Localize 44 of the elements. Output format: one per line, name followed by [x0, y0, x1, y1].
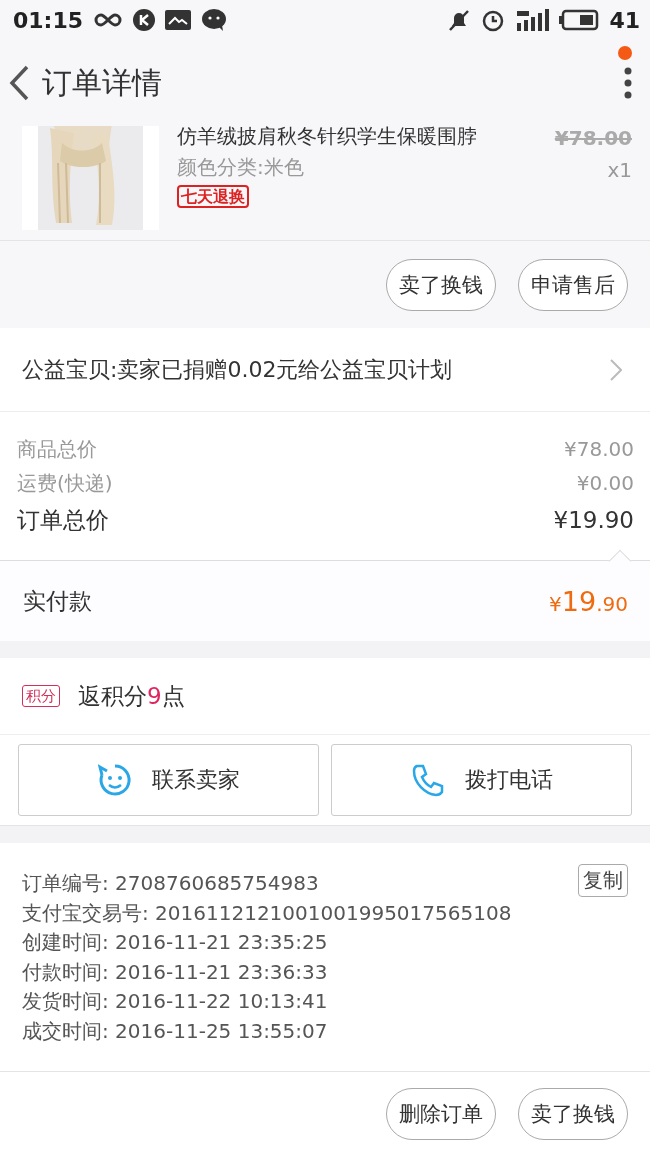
infinity-icon	[93, 12, 124, 28]
smiley-chat-icon	[97, 763, 132, 797]
order-info-line: 成交时间: 2016-11-25 13:55:07	[22, 1017, 328, 1045]
signal-icon	[515, 9, 550, 31]
order-info-line: 创建时间: 2016-11-21 23:35:25	[22, 929, 328, 956]
action-button[interactable]: 删除订单	[386, 1087, 496, 1140]
price-label: 商品总价	[17, 436, 97, 463]
contact-button[interactable]: 联系卖家	[18, 744, 319, 816]
original-price: ¥78.00	[554, 126, 632, 150]
price-value: ¥0.00	[576, 470, 634, 497]
order-info-line: 支付宝交易号: 2016112121001001995017565108	[22, 899, 512, 927]
k-circle-icon	[133, 9, 156, 31]
product-variant: 颜色分类:米色	[177, 154, 305, 181]
chat-bubble-icon	[201, 8, 228, 32]
action-button[interactable]: 卖了换钱	[518, 1087, 628, 1140]
price-value: ¥19.90	[553, 506, 634, 535]
order-info-line: 发货时间: 2016-11-22 10:13:41	[22, 988, 328, 1015]
battery-icon	[559, 9, 600, 31]
price-value: ¥78.00	[564, 436, 634, 463]
action-button[interactable]: 申请售后	[518, 258, 628, 311]
phone-icon	[410, 763, 445, 797]
order-info-line: 订单编号: 2708760685754983	[22, 870, 319, 897]
clock-time: 01:15	[13, 7, 84, 33]
more-icon[interactable]	[624, 67, 632, 99]
page-title: 订单详情	[42, 63, 163, 102]
points-reward: 返积分9点	[78, 681, 185, 711]
alarm-clock-icon	[481, 8, 506, 32]
action-button[interactable]: 卖了换钱	[386, 258, 496, 311]
price-label: 订单总价	[17, 506, 109, 535]
order-info-line: 付款时间: 2016-11-21 23:36:33	[22, 958, 328, 986]
return-policy-tag: 七天退换	[177, 185, 249, 208]
bell-muted-icon	[447, 8, 472, 32]
battery-level: 41	[609, 7, 640, 33]
copy-button[interactable]: 复制	[578, 864, 628, 897]
contact-button[interactable]: 拨打电话	[331, 744, 632, 816]
quantity: x1	[606, 158, 632, 182]
price-label: 运费(快递)	[17, 470, 113, 497]
product-title: 仿羊绒披肩秋冬针织学生保暖围脖	[177, 126, 478, 150]
charity-note: 公益宝贝:卖家已捐赠0.02元给公益宝贝计划	[22, 355, 454, 384]
back-icon[interactable]	[8, 65, 30, 101]
paid-label: 实付款	[23, 586, 92, 616]
paid-amount: ¥19.90	[549, 585, 628, 617]
image-icon	[165, 10, 192, 30]
points-tag: 积分	[22, 685, 60, 707]
